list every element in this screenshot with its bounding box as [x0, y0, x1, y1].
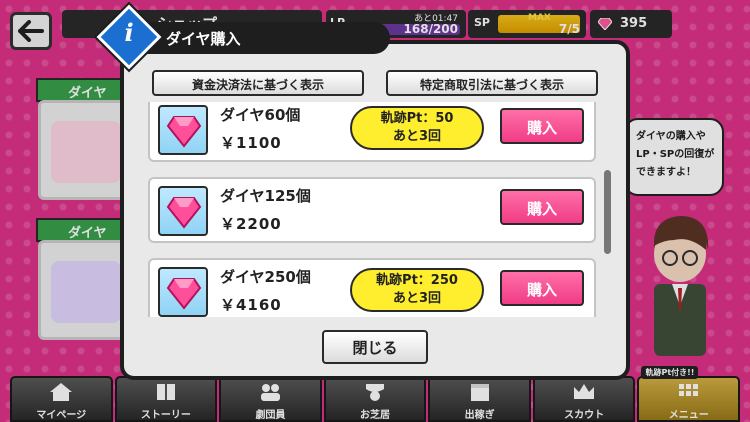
trail-pt-bonus: 軌跡Pt：250 あと3回	[350, 268, 484, 312]
dialog-header: ダイヤ購入	[126, 22, 390, 54]
diamond-pack-icon	[158, 267, 208, 317]
product-name: ダイヤ125個	[220, 187, 311, 205]
product-row-125: ダイヤ125個 ￥2200 購入	[148, 177, 596, 243]
product-row-60: ダイヤ60個 ￥1100 軌跡Pt：50 あと3回 購入	[148, 102, 596, 162]
info-icon: i	[124, 18, 134, 47]
dialog-title: ダイヤ購入	[166, 30, 241, 48]
product-price: ￥1100	[220, 134, 282, 152]
buy-button[interactable]: 購入	[500, 108, 584, 144]
specified-commerce-act-button[interactable]: 特定商取引法に基づく表示	[386, 70, 598, 96]
product-price: ￥2200	[220, 215, 282, 233]
product-name: ダイヤ60個	[220, 106, 301, 124]
buy-button[interactable]: 購入	[500, 270, 584, 306]
diamond-product-list[interactable]: ダイヤ60個 ￥1100 軌跡Pt：50 あと3回 購入 ダイヤ125個 ￥22…	[148, 102, 596, 317]
list-scrollbar[interactable]	[604, 170, 611, 254]
buy-button[interactable]: 購入	[500, 189, 584, 225]
diamond-pack-icon	[158, 105, 208, 155]
bonus-remaining: あと3回	[392, 129, 442, 144]
bonus-pt: 軌跡Pt：250	[376, 273, 458, 288]
close-button[interactable]: 閉じる	[322, 330, 428, 364]
bonus-remaining: あと3回	[392, 291, 442, 306]
shop-screen: ショップ LP あと01:47 168/200 SP MAX 7/5 395 ダ…	[0, 0, 750, 422]
product-price: ￥4160	[220, 296, 282, 314]
bonus-pt: 軌跡Pt：50	[380, 111, 454, 126]
product-row-250: ダイヤ250個 ￥4160 軌跡Pt：250 あと3回 購入	[148, 258, 596, 317]
payment-services-act-button[interactable]: 資金決済法に基づく表示	[152, 70, 364, 96]
product-name: ダイヤ250個	[220, 268, 311, 286]
trail-pt-bonus: 軌跡Pt：50 あと3回	[350, 106, 484, 150]
diamond-pack-icon	[158, 186, 208, 236]
